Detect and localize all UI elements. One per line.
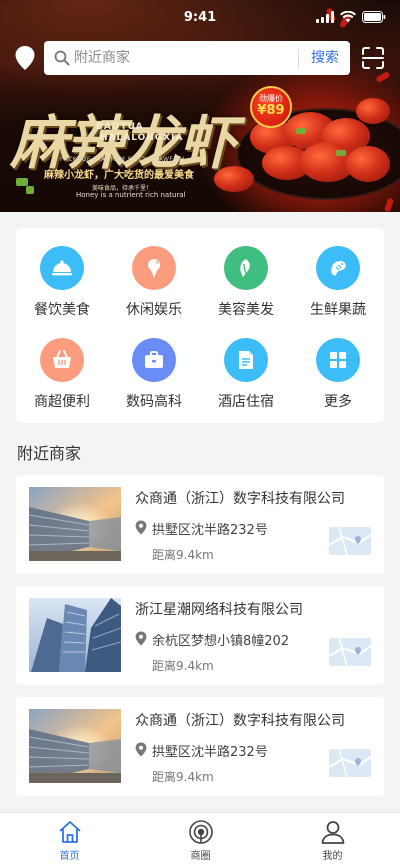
bottom-tab-bar: 首页 商圈 我的 bbox=[0, 812, 400, 866]
home-icon bbox=[57, 819, 83, 845]
search-divider bbox=[298, 49, 299, 67]
merchant-name: 众商通（浙江）数字科技有限公司 bbox=[135, 491, 345, 507]
tab-label: 商圈 bbox=[190, 851, 211, 862]
banner-pinyin: HALALONGXIA bbox=[100, 133, 184, 143]
merchant-card[interactable]: 浙江星潮网络科技有限公司 余杭区梦想小镇8幢202 距离9.4km bbox=[16, 586, 384, 685]
more-grid-icon bbox=[316, 338, 360, 382]
merchant-photo bbox=[29, 487, 121, 561]
user-icon bbox=[320, 819, 346, 845]
category-label: 酒店住宿 bbox=[218, 394, 274, 410]
category-label: 休闲娱乐 bbox=[126, 302, 182, 318]
business-circle-icon bbox=[188, 819, 214, 845]
search-bar: 搜索 bbox=[44, 41, 350, 75]
category-beauty[interactable]: 美容美发 bbox=[200, 232, 292, 318]
merchant-name: 众商通（浙江）数字科技有限公司 bbox=[135, 713, 345, 729]
merchant-distance: 距离9.4km bbox=[152, 770, 214, 784]
merchant-address: 拱墅区沈半路232号 bbox=[152, 745, 268, 760]
category-supermarket[interactable]: 商超便利 bbox=[16, 324, 108, 410]
banner-english-tag: PACKAGE DIAGRAM SPICY CRAWFISH bbox=[60, 156, 185, 163]
shopping-basket-icon bbox=[40, 338, 84, 382]
briefcase-icon bbox=[132, 338, 176, 382]
status-icons bbox=[316, 11, 386, 23]
banner-small-text: Honey is a nutrient rich natural bbox=[76, 191, 186, 199]
tab-home[interactable]: 首页 bbox=[3, 813, 136, 866]
price-badge: 劲爆价 ¥89 bbox=[250, 86, 292, 128]
category-dining[interactable]: 餐饮美食 bbox=[16, 232, 108, 318]
crayfish-image bbox=[356, 98, 390, 124]
dining-cloche-icon bbox=[40, 246, 84, 290]
category-label: 商超便利 bbox=[34, 394, 90, 410]
category-label: 美容美发 bbox=[218, 302, 274, 318]
section-title: 附近商家 bbox=[17, 444, 82, 463]
status-bar: 9:41 bbox=[0, 0, 400, 36]
category-digital[interactable]: 数码高科 bbox=[108, 324, 200, 410]
location-marker-icon bbox=[135, 631, 147, 650]
category-more[interactable]: 更多 bbox=[292, 324, 384, 410]
location-marker-icon bbox=[135, 742, 147, 761]
beauty-leaf-icon bbox=[224, 246, 268, 290]
wifi-icon bbox=[340, 11, 356, 23]
banner-pinyin: BAOTUA bbox=[96, 122, 144, 132]
merchant-distance: 距离9.4km bbox=[152, 548, 214, 562]
tab-profile[interactable]: 我的 bbox=[266, 813, 399, 866]
category-leisure[interactable]: 休闲娱乐 bbox=[108, 232, 200, 318]
merchant-photo bbox=[29, 709, 121, 783]
location-pin-icon[interactable] bbox=[14, 45, 36, 71]
merchant-photo bbox=[29, 598, 121, 672]
herb-garnish bbox=[336, 150, 346, 156]
map-thumbnail[interactable] bbox=[329, 638, 371, 666]
merchant-name: 浙江星潮网络科技有限公司 bbox=[135, 602, 303, 618]
merchant-card[interactable]: 众商通（浙江）数字科技有限公司 拱墅区沈半路232号 距离9.4km bbox=[16, 697, 384, 796]
category-label: 餐饮美食 bbox=[34, 302, 90, 318]
ice-cream-icon bbox=[132, 246, 176, 290]
crayfish-image bbox=[346, 146, 390, 182]
location-marker-icon bbox=[135, 520, 147, 539]
map-thumbnail[interactable] bbox=[329, 749, 371, 777]
search-icon bbox=[54, 50, 70, 70]
search-input[interactable] bbox=[74, 45, 296, 71]
scan-icon[interactable] bbox=[361, 46, 385, 70]
banner-slogan: 麻辣小龙虾，广大吃货的最爱美食 bbox=[44, 170, 194, 181]
herb-garnish bbox=[26, 186, 34, 194]
herb-garnish bbox=[296, 128, 306, 134]
shrimp-icon bbox=[316, 246, 360, 290]
tab-label: 我的 bbox=[322, 851, 343, 862]
signal-icon bbox=[316, 11, 334, 23]
category-label: 生鲜果蔬 bbox=[310, 302, 366, 318]
category-label: 数码高科 bbox=[126, 394, 182, 410]
merchant-distance: 距离9.4km bbox=[152, 659, 214, 673]
category-label: 更多 bbox=[324, 394, 352, 410]
hotel-document-icon bbox=[224, 338, 268, 382]
category-fresh[interactable]: 生鲜果蔬 bbox=[292, 232, 384, 318]
merchant-card[interactable]: 众商通（浙江）数字科技有限公司 拱墅区沈半路232号 距离9.4km bbox=[16, 475, 384, 574]
search-button[interactable]: 搜索 bbox=[300, 41, 350, 75]
merchant-address: 余杭区梦想小镇8幢202 bbox=[152, 634, 290, 649]
tab-label: 首页 bbox=[59, 851, 80, 862]
category-hotel[interactable]: 酒店住宿 bbox=[200, 324, 292, 410]
price-badge-price: ¥89 bbox=[257, 103, 285, 118]
tab-business-circle[interactable]: 商圈 bbox=[134, 813, 267, 866]
merchant-address: 拱墅区沈半路232号 bbox=[152, 523, 268, 538]
battery-icon bbox=[362, 11, 386, 23]
map-thumbnail[interactable] bbox=[329, 527, 371, 555]
category-grid: 餐饮美食 休闲娱乐 美容美发 生鲜果蔬 商超便利 数码高科 酒店住宿 更多 bbox=[16, 228, 384, 423]
